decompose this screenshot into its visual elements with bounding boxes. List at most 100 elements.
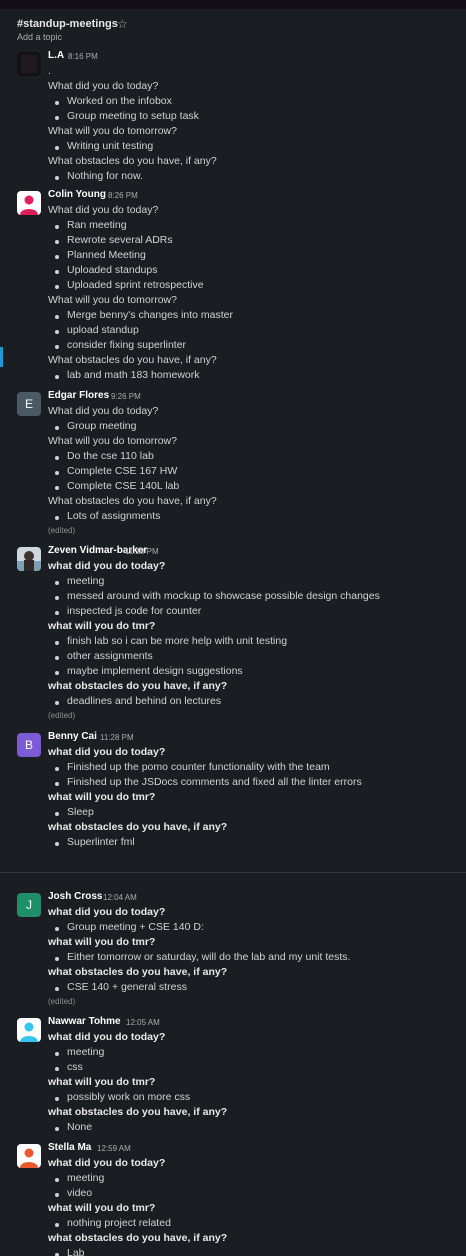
list-item: Finished up the JSDocs comments and fixe…: [67, 776, 362, 788]
author-name[interactable]: Benny Cai: [48, 731, 97, 742]
list-item: meeting: [67, 575, 105, 587]
question-text: what did you do today?: [48, 560, 166, 572]
star-icon[interactable]: ☆: [117, 17, 128, 31]
list-item: Lots of assignments: [67, 510, 161, 522]
bullet-point: [55, 1178, 59, 1182]
bullet-point: [55, 611, 59, 615]
bullet-point: [55, 987, 59, 991]
question-text: What obstacles do you have, if any?: [48, 354, 217, 366]
bullet-point: [55, 1193, 59, 1197]
bullet-point: [55, 486, 59, 490]
avatar[interactable]: E: [17, 392, 41, 416]
avatar[interactable]: [17, 1018, 41, 1042]
list-item: CSE 140 + general stress: [67, 981, 187, 993]
avatar[interactable]: [17, 52, 41, 76]
bullet-point: [55, 641, 59, 645]
question-text: what did you do today?: [48, 746, 166, 758]
list-item: Either tomorrow or saturday, will do the…: [67, 951, 351, 963]
bullet-point: [55, 1052, 59, 1056]
avatar[interactable]: J: [17, 893, 41, 917]
list-item: Merge benny's changes into master: [67, 309, 234, 321]
bullet-point: [55, 285, 59, 289]
question-text: What obstacles do you have, if any?: [48, 155, 217, 167]
avatar-initial: B: [24, 738, 33, 752]
bullet-point: [55, 767, 59, 771]
avatar[interactable]: [17, 547, 41, 571]
bullet-point: [55, 927, 59, 931]
question-text: what did you do today?: [48, 1157, 166, 1169]
author-name[interactable]: Colin Young: [48, 189, 106, 200]
bullet-point: [55, 176, 59, 180]
list-item: other assignments: [67, 650, 153, 662]
bullet-point: [55, 426, 59, 430]
bullet-point: [55, 225, 59, 229]
question-text: what did you do today?: [48, 1031, 166, 1043]
bullet-point: [55, 596, 59, 600]
timestamp[interactable]: 12:04 AM: [103, 893, 137, 902]
question-text: what obstacles do you have, if any?: [48, 1232, 228, 1244]
bullet-point: [55, 315, 59, 319]
list-item: Writing unit testing: [67, 140, 154, 152]
bullet-point: [55, 375, 59, 379]
author-name[interactable]: Edgar Flores: [48, 390, 109, 401]
timestamp[interactable]: 12:59 AM: [97, 1144, 131, 1153]
author-name[interactable]: Stella Ma: [48, 1142, 91, 1153]
author-name[interactable]: Nawwar Tohme: [48, 1016, 121, 1027]
bullet-point: [55, 330, 59, 334]
list-item: messed around with mockup to showcase po…: [67, 590, 380, 602]
author-name[interactable]: Josh Cross: [48, 891, 102, 902]
avatar[interactable]: B: [17, 733, 41, 757]
timestamp[interactable]: 11:28 PM: [100, 733, 134, 742]
list-item: Planned Meeting: [67, 249, 146, 261]
question-text: What did you do today?: [48, 204, 159, 216]
list-item: Worked on the infobox: [67, 95, 172, 107]
bullet-point: [55, 1127, 59, 1131]
avatar-initial: E: [24, 397, 33, 411]
bullet-point: [55, 656, 59, 660]
timestamp[interactable]: 8:26 PM: [108, 191, 138, 200]
channel-name[interactable]: #standup-meetings: [17, 18, 118, 30]
question-text: what will you do tmr?: [48, 936, 156, 948]
author-name[interactable]: L.A: [48, 50, 64, 61]
bullet-point: [55, 1097, 59, 1101]
add-topic-link[interactable]: Add a topic: [17, 32, 62, 42]
bullet-point: [55, 812, 59, 816]
date-divider: [0, 872, 466, 873]
question-text: what obstacles do you have, if any?: [48, 966, 228, 978]
avatar[interactable]: [17, 191, 41, 215]
question-text: what obstacles do you have, if any?: [48, 1106, 228, 1118]
bullet-point: [55, 146, 59, 150]
bullet-point: [55, 957, 59, 961]
list-item: Ran meeting: [67, 219, 127, 231]
channel-header: #standup-meetings ☆ Add a topic: [0, 9, 466, 45]
question-text: what did you do today?: [48, 906, 166, 918]
list-item: Complete CSE 167 HW: [67, 465, 178, 477]
list-item: deadlines and behind on lectures: [67, 695, 222, 707]
bullet-point: [55, 471, 59, 475]
list-item: Superlinter fml: [67, 836, 135, 848]
bullet-point: [55, 842, 59, 846]
message-text: .: [48, 65, 51, 77]
avatar[interactable]: [17, 1144, 41, 1168]
edited-label: (edited): [48, 711, 76, 720]
question-text: What did you do today?: [48, 405, 159, 417]
question-text: What will you do tomorrow?: [48, 435, 177, 447]
edited-label: (edited): [48, 526, 76, 535]
question-text: what will you do tmr?: [48, 1076, 156, 1088]
bullet-point: [55, 345, 59, 349]
list-item: Do the cse 110 lab: [67, 450, 154, 462]
timestamp[interactable]: 9:26 PM: [111, 392, 141, 401]
timestamp[interactable]: 11:18 PM: [125, 547, 159, 556]
question-text: What did you do today?: [48, 80, 159, 92]
avatar-initial: J: [26, 898, 32, 912]
list-item: Uploaded standups: [67, 264, 158, 276]
list-item: Uploaded sprint retrospective: [67, 279, 204, 291]
list-item: upload standup: [67, 324, 139, 336]
list-item: lab and math 183 homework: [67, 369, 200, 381]
list-item: consider fixing superlinter: [67, 339, 187, 351]
timestamp[interactable]: 8:16 PM: [68, 52, 98, 61]
timestamp[interactable]: 12:05 AM: [126, 1018, 160, 1027]
slack-channel-view: #standup-meetings ☆ Add a topic L.A 8:16 …: [0, 0, 466, 1256]
question-text: What will you do tomorrow?: [48, 294, 177, 306]
list-item: Rewrote several ADRs: [67, 234, 173, 246]
